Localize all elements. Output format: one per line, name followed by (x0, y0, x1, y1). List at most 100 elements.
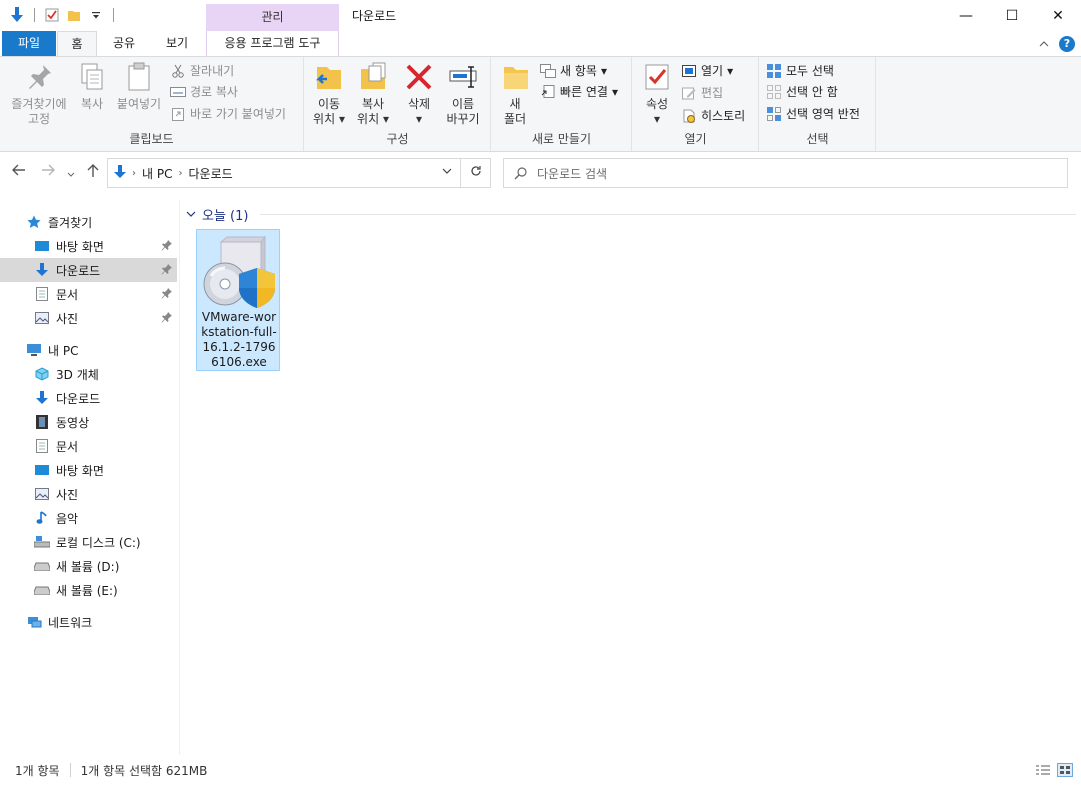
edit-button[interactable]: 편집 (681, 83, 723, 103)
properties-button[interactable]: 속성 ▾ (639, 61, 675, 127)
new-folder-button[interactable]: 새 폴더 (500, 61, 530, 127)
delete-label: 삭제 (407, 97, 431, 111)
new-item-label: 새 항목 (560, 64, 597, 78)
maximize-button[interactable]: ☐ (989, 0, 1035, 31)
nav-desktop[interactable]: 바탕 화면 (0, 458, 177, 482)
properties-icon[interactable] (43, 6, 61, 24)
close-button[interactable]: ✕ (1035, 0, 1081, 31)
nav-volume-d[interactable]: 새 볼륨 (D:) (0, 554, 177, 578)
maximize-icon: ☐ (1005, 7, 1019, 24)
new-folder-label-2: 폴더 (503, 112, 527, 126)
nav-videos[interactable]: 동영상 (0, 410, 177, 434)
nav-network[interactable]: 네트워크 (0, 610, 177, 634)
breadcrumb-separator[interactable]: › (178, 168, 182, 179)
delete-dropdown[interactable]: ▾ (399, 112, 439, 127)
pin-to-quick-access-button[interactable]: 즐겨찾기에 고정 (6, 61, 72, 127)
chevron-down-icon (186, 211, 196, 217)
details-view-icon[interactable] (1035, 763, 1051, 777)
nav-documents[interactable]: 문서 (0, 434, 177, 458)
nav-volume-e[interactable]: 새 볼륨 (E:) (0, 578, 177, 602)
nav-qa-downloads[interactable]: 다운로드 (0, 258, 177, 282)
tab-application-tools[interactable]: 응용 프로그램 도구 (206, 31, 339, 56)
select-group: 모두 선택 선택 안 함 선택 영역 반전 선택 (760, 57, 876, 151)
open-button[interactable]: 열기 ▾ (681, 61, 733, 81)
up-button[interactable] (87, 164, 99, 182)
file-item[interactable]: VMware-workstation-full-16.1.2-17966106.… (196, 229, 280, 371)
easy-access-label: 빠른 연결 (560, 85, 608, 99)
select-all-button[interactable]: 모두 선택 (766, 61, 834, 81)
copy-path-button[interactable]: 경로 복사 (170, 82, 238, 102)
select-all-label: 모두 선택 (786, 64, 834, 78)
new-folder-icon[interactable] (65, 6, 83, 24)
group-header-today[interactable]: 오늘 (1) (186, 204, 1076, 224)
organize-group-label: 구성 (386, 132, 409, 146)
new-folder-label-1: 새 (509, 97, 521, 111)
history-button[interactable]: 히스토리 (681, 106, 745, 126)
select-none-button[interactable]: 선택 안 함 (766, 82, 838, 102)
new-group: 새 폴더 새 항목 ▾ 빠른 연결 ▾ 새로 만들기 (492, 57, 632, 151)
nav-quick-access[interactable]: 즐겨찾기 (0, 210, 177, 234)
download-arrow-icon[interactable] (8, 6, 26, 24)
paste-button[interactable]: 붙여넣기 (113, 61, 165, 112)
file-list-area: 오늘 (1) VMware-workstation-full-16.1.2-17… (182, 200, 1081, 755)
paste-label: 붙여넣기 (116, 97, 162, 111)
new-item-button[interactable]: 새 항목 ▾ (540, 61, 607, 81)
nav-local-disk-c[interactable]: 로컬 디스크 (C:) (0, 530, 177, 554)
copy-to-button[interactable]: 복사 위치 ▾ (353, 61, 393, 127)
nav-label: 3D 개체 (56, 367, 99, 382)
breadcrumb-this-pc[interactable]: 내 PC (142, 165, 172, 182)
select-none-label: 선택 안 함 (786, 85, 838, 99)
nav-label: 즐겨찾기 (48, 215, 93, 230)
properties-dropdown[interactable]: ▾ (639, 112, 675, 127)
pin-icon (161, 264, 172, 275)
easy-access-button[interactable]: 빠른 연결 ▾ (540, 82, 618, 102)
delete-button[interactable]: 삭제 ▾ (399, 61, 439, 127)
nav-this-pc[interactable]: 내 PC (0, 338, 177, 362)
move-to-button[interactable]: 이동 위치 ▾ (309, 61, 349, 127)
context-tab-group-header: 관리 (206, 4, 339, 31)
copy-to-label-2: 위치 ▾ (357, 112, 389, 126)
edit-label: 편집 (701, 86, 724, 100)
nav-music[interactable]: 음악 (0, 506, 177, 530)
selection-info: 1개 항목 선택함 621MB (80, 763, 208, 778)
address-bar[interactable]: › 내 PC › 다운로드 (107, 158, 461, 188)
nav-qa-documents[interactable]: 문서 (0, 282, 177, 306)
large-icons-view-icon[interactable] (1057, 763, 1073, 777)
paste-shortcut-label: 바로 가기 붙여넣기 (190, 107, 286, 121)
nav-downloads[interactable]: 다운로드 (0, 386, 177, 410)
paste-shortcut-button[interactable]: 바로 가기 붙여넣기 (170, 104, 286, 124)
pin-icon (161, 240, 172, 251)
breadcrumb-separator[interactable]: › (132, 168, 136, 179)
tab-file[interactable]: 파일 (2, 31, 56, 56)
cube-icon (34, 366, 50, 382)
system-drive-icon (34, 534, 50, 550)
recent-locations-button[interactable] (67, 166, 75, 182)
forward-button[interactable] (41, 164, 55, 180)
group-header-label: 오늘 (1) (202, 208, 249, 224)
address-dropdown-button[interactable] (442, 166, 452, 177)
back-button[interactable] (12, 164, 26, 180)
clipboard-group-label: 클립보드 (129, 132, 174, 146)
properties-check-icon (645, 64, 669, 90)
invert-selection-button[interactable]: 선택 영역 반전 (766, 104, 860, 124)
help-button[interactable]: ? (1059, 36, 1075, 52)
nav-qa-desktop[interactable]: 바탕 화면 (0, 234, 177, 258)
organize-group: 이동 위치 ▾ 복사 위치 ▾ 삭제 ▾ 이름 바꾸기 구성 (305, 57, 491, 151)
nav-3d-objects[interactable]: 3D 개체 (0, 362, 177, 386)
minimize-button[interactable]: — (943, 0, 989, 31)
nav-pictures[interactable]: 사진 (0, 482, 177, 506)
tab-view[interactable]: 보기 (154, 31, 200, 56)
breadcrumb-downloads[interactable]: 다운로드 (188, 165, 232, 182)
select-group-label: 선택 (806, 132, 829, 146)
desktop-icon (34, 462, 50, 478)
nav-qa-pictures[interactable]: 사진 (0, 306, 177, 330)
customize-toolbar-icon[interactable] (87, 6, 105, 24)
search-box[interactable]: 다운로드 검색 (503, 158, 1068, 188)
cut-button[interactable]: 잘라내기 (170, 61, 234, 81)
tab-home[interactable]: 홈 (57, 31, 97, 56)
tab-share[interactable]: 공유 (102, 31, 146, 56)
refresh-button[interactable] (461, 158, 491, 188)
copy-button[interactable]: 복사 (74, 61, 110, 112)
rename-button[interactable]: 이름 바꾸기 (443, 61, 483, 127)
collapse-ribbon-button[interactable] (1039, 39, 1049, 50)
